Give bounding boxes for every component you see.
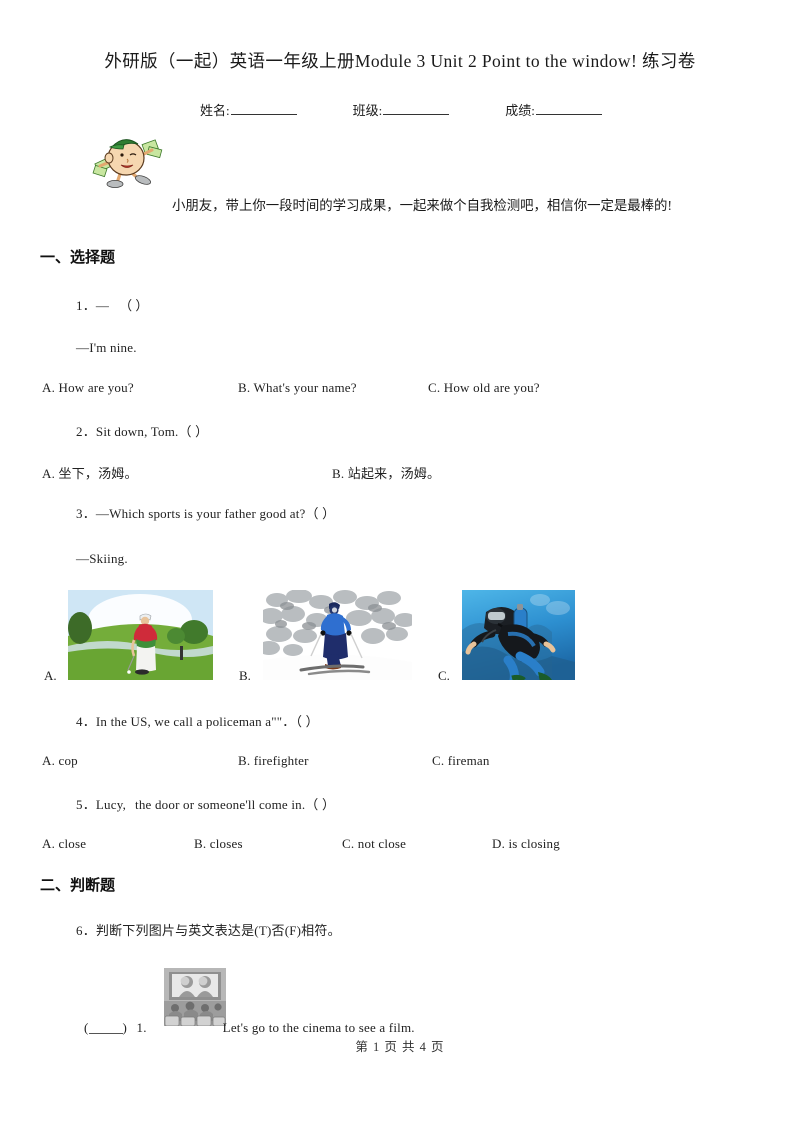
- question-1-sub: —I'm nine.: [76, 340, 137, 355]
- student-info-line: 姓名: 班级: 成绩:: [200, 100, 602, 119]
- page-footer: 第 1 页 共 4 页: [355, 1040, 445, 1054]
- intro-text: 小朋友，带上你一段时间的学习成果，一起来做个自我检测吧，相信你一定是最棒的!: [172, 198, 672, 213]
- question-3-option-a-label[interactable]: A.: [44, 668, 57, 684]
- question-4-option-c[interactable]: C. fireman: [432, 753, 490, 769]
- question-3-image-options: [0, 590, 800, 685]
- name-blank[interactable]: [230, 102, 297, 115]
- score-field[interactable]: 成绩:: [505, 100, 602, 119]
- score-blank[interactable]: [535, 102, 602, 115]
- question-6-item-text: Let's go to the cinema to see a film.: [222, 1020, 415, 1035]
- question-5-stem-post[interactable]: the door or someone'll come in.（ ）: [135, 797, 335, 812]
- question-4-option-b[interactable]: B. firefighter: [238, 753, 432, 769]
- section-heading-truefalse: 二、判断题: [40, 877, 116, 894]
- question-6-stem: 6．判断下列图片与英文表达是(T)否(F)相符。: [76, 923, 341, 938]
- cinema-audience-photo[interactable]: [164, 968, 226, 1026]
- question-5-option-b[interactable]: B. closes: [194, 836, 342, 852]
- name-label: 姓名:: [200, 103, 230, 118]
- page-title: 外研版（一起）英语一年级上册Module 3 Unit 2 Point to t…: [104, 51, 696, 71]
- scuba-diving-photo[interactable]: [462, 590, 575, 680]
- worksheet-page: 外研版（一起）英语一年级上册Module 3 Unit 2 Point to t…: [0, 0, 800, 1132]
- question-1-option-b[interactable]: B. What's your name?: [238, 380, 428, 396]
- cartoon-boy-with-money-icon: [90, 128, 168, 190]
- question-1-option-c[interactable]: C. How old are you?: [428, 380, 540, 396]
- question-1-stem-text: 1．—: [76, 298, 110, 313]
- question-2-option-a[interactable]: A. 坐下，汤姆。: [42, 463, 332, 482]
- question-6-answer-blank[interactable]: [88, 1022, 123, 1034]
- question-5-option-c[interactable]: C. not close: [342, 836, 492, 852]
- question-1-stem: 1．— （ ）: [76, 295, 148, 314]
- question-6-answer-box[interactable]: (): [84, 1020, 127, 1035]
- question-3-stem: 3．—Which sports is your father good at?（…: [76, 506, 336, 521]
- question-6-item-index: 1.: [136, 1020, 147, 1035]
- question-4-options: A. cop B. firefighter C. fireman: [42, 753, 490, 769]
- question-3-option-c-label[interactable]: C.: [438, 668, 450, 684]
- skiing-photo[interactable]: [263, 590, 412, 680]
- class-label: 班级:: [352, 103, 383, 118]
- question-4-stem-post[interactable]: "．（ ）: [277, 714, 319, 729]
- name-field[interactable]: 姓名:: [200, 100, 297, 119]
- golf-photo[interactable]: [68, 590, 213, 680]
- question-2-options: A. 坐下，汤姆。 B. 站起来，汤姆。: [42, 463, 440, 482]
- question-1-options: A. How are you? B. What's your name? C. Ho…: [42, 380, 540, 396]
- question-5-stem: 5．Lucy, the door or someone'll come in.（ …: [76, 794, 335, 813]
- class-field[interactable]: 班级:: [353, 100, 450, 119]
- section-heading-choice: 一、选择题: [40, 249, 116, 266]
- score-label: 成绩:: [505, 103, 535, 118]
- question-1-option-a[interactable]: A. How are you?: [42, 380, 238, 396]
- question-1-answer-paren[interactable]: （ ）: [119, 298, 148, 313]
- question-5-option-d[interactable]: D. is closing: [492, 836, 560, 852]
- question-5-options: A. close B. closes C. not close D. is closi…: [42, 836, 560, 852]
- question-3-sub: —Skiing.: [76, 551, 128, 566]
- question-3-option-b-label[interactable]: B.: [239, 668, 251, 684]
- class-blank[interactable]: [383, 102, 450, 115]
- question-4-stem-pre: 4．In the US, we call a policeman a": [76, 714, 277, 729]
- question-5-stem-pre: 5．Lucy,: [76, 797, 127, 812]
- question-6-truefalse-item: () 1. Let's go to the cinema to see a fil…: [84, 1020, 415, 1036]
- question-5-option-a[interactable]: A. close: [42, 836, 194, 852]
- question-4-stem: 4．In the US, we call a policeman a""．（ ）: [76, 711, 319, 730]
- question-4-option-a[interactable]: A. cop: [42, 753, 238, 769]
- question-2-option-b[interactable]: B. 站起来，汤姆。: [332, 463, 440, 482]
- question-2-stem: 2．Sit down, Tom.（ ）: [76, 424, 209, 439]
